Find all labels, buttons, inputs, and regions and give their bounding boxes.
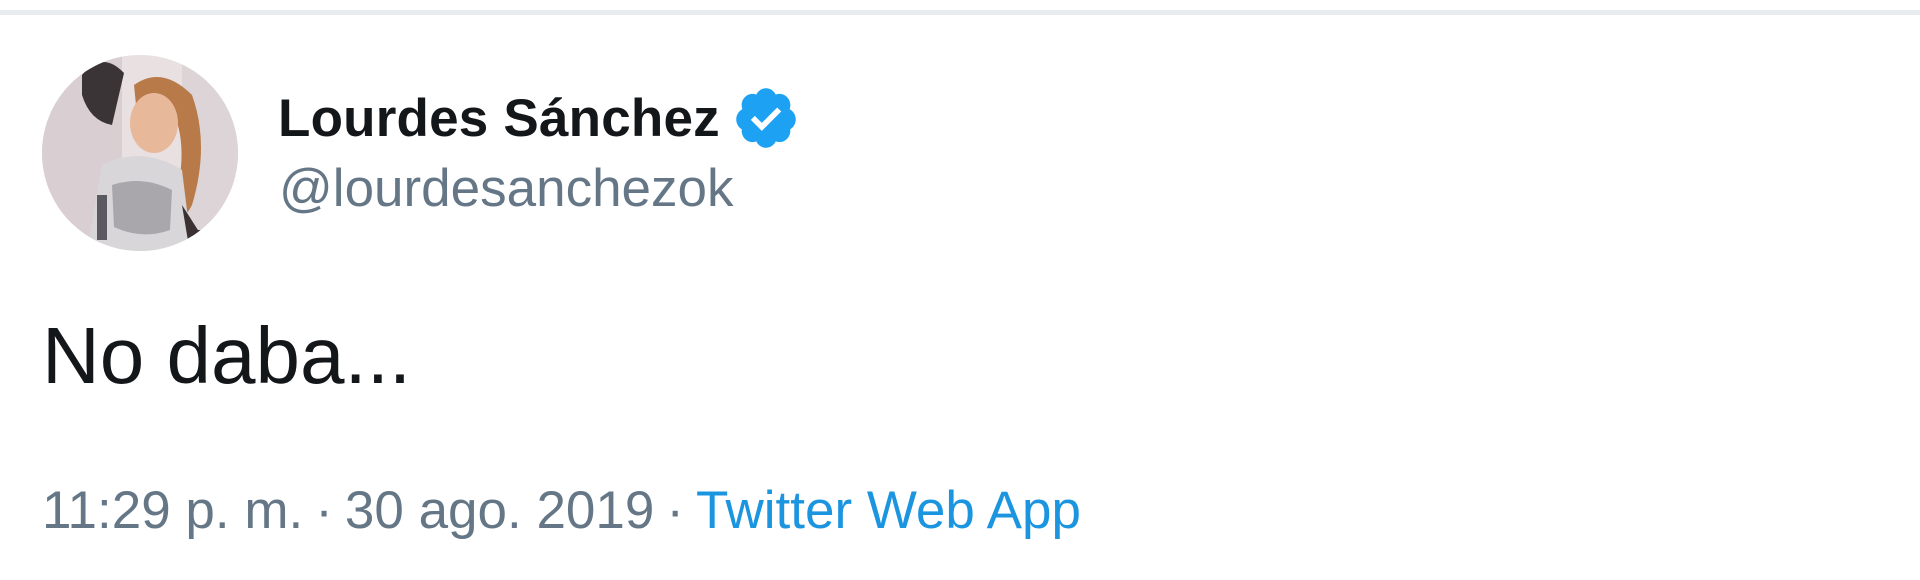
source-app-link[interactable]: Twitter Web App: [696, 481, 1081, 540]
meta-separator: ·: [666, 481, 685, 540]
verified-badge-icon: [732, 84, 800, 152]
top-divider: [0, 10, 1920, 15]
username-handle[interactable]: @lourdesanchezok: [279, 158, 734, 219]
display-name-row[interactable]: Lourdes Sánchez: [278, 78, 800, 158]
display-name[interactable]: Lourdes Sánchez: [278, 88, 720, 149]
avatar[interactable]: [42, 55, 238, 251]
tweet-time[interactable]: 11:29 p. m.: [42, 481, 303, 540]
meta-separator: ·: [315, 481, 333, 540]
tweet-text: No daba...: [42, 311, 412, 400]
tweet-meta: 11:29 p. m. · 30 ago. 2019 · Twitter Web App: [42, 480, 1081, 541]
avatar-image: [42, 55, 238, 251]
tweet-date[interactable]: 30 ago. 2019: [345, 481, 654, 540]
